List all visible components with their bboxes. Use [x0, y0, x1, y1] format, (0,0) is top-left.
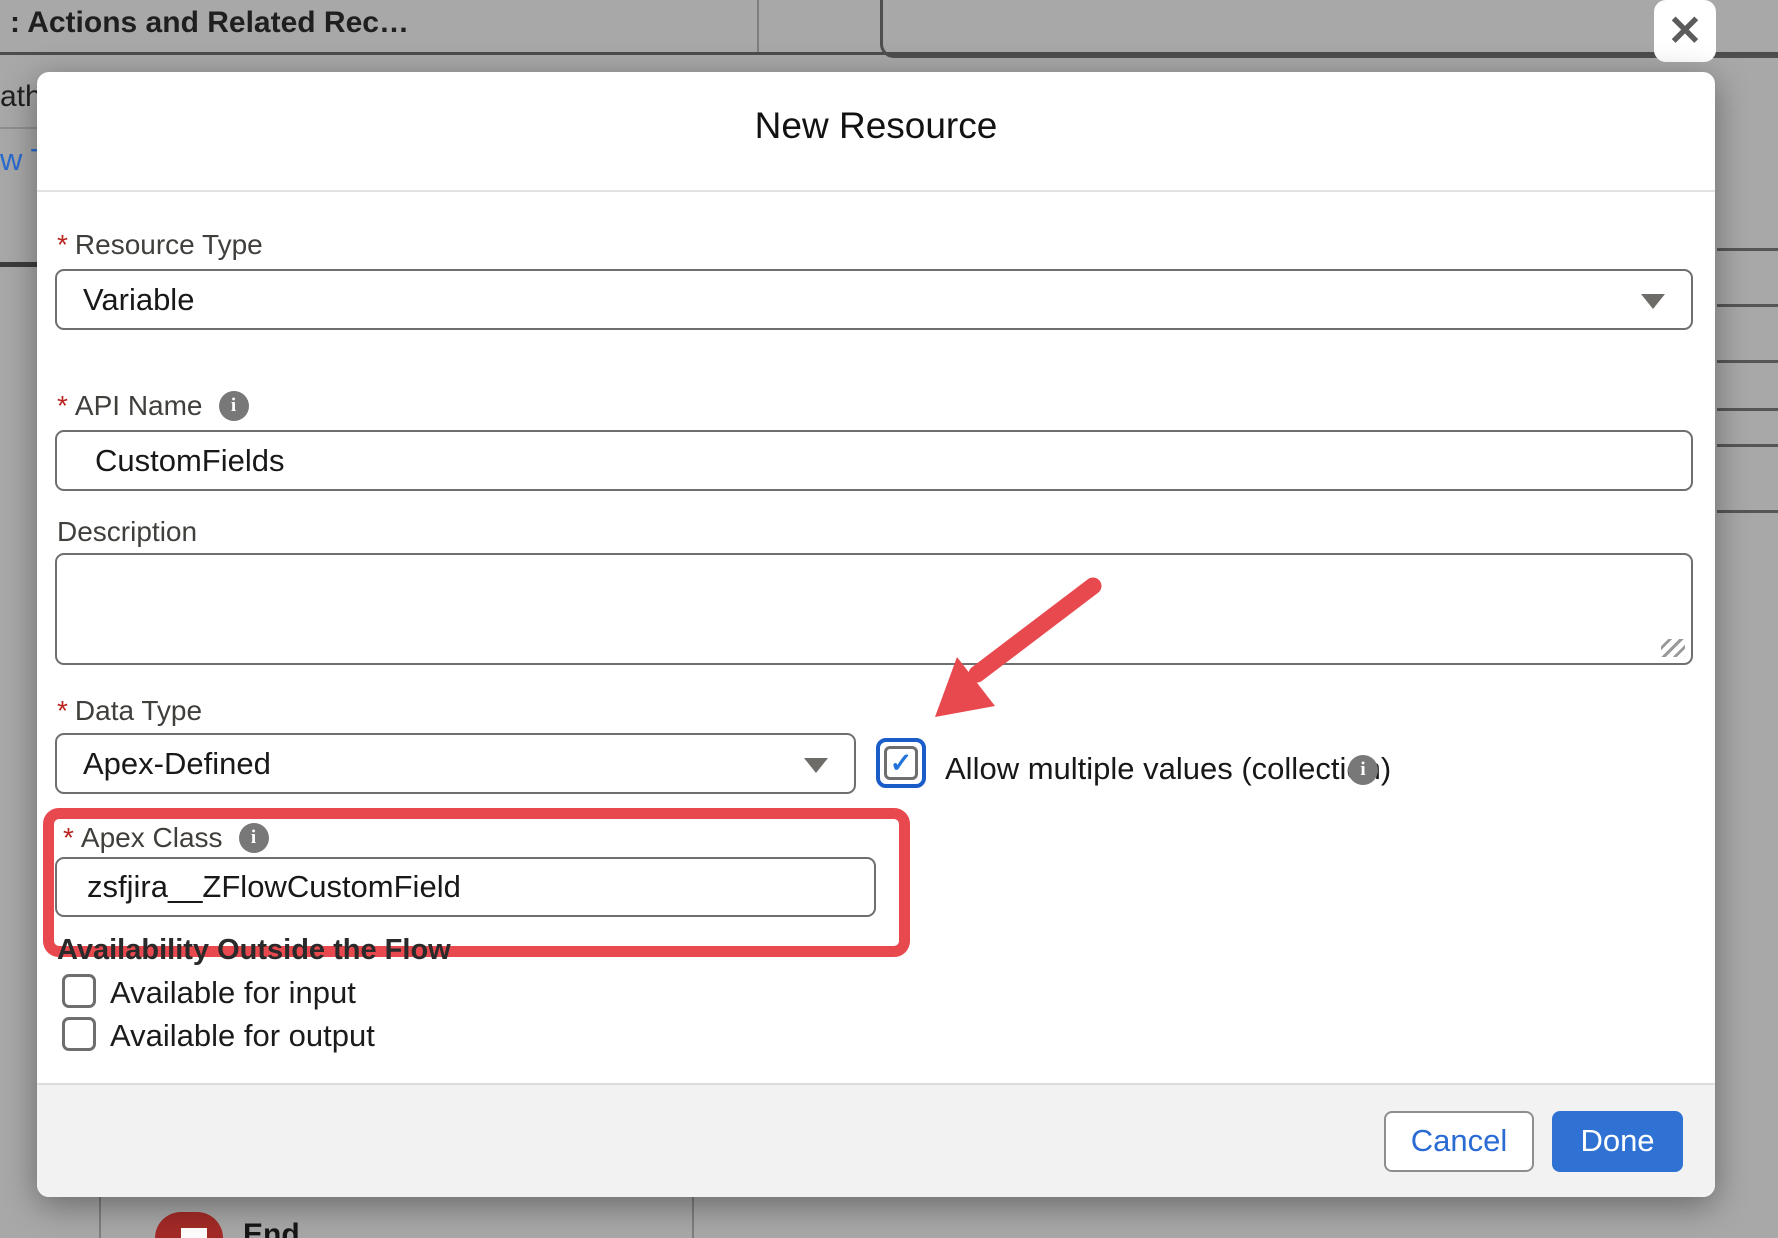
description-textarea[interactable]: [55, 553, 1693, 665]
data-type-label: * Data Type: [57, 695, 202, 727]
required-asterisk: *: [63, 822, 74, 854]
resize-grip-icon[interactable]: [1661, 639, 1685, 657]
flow-end-element-icon-center: [181, 1228, 207, 1238]
close-button[interactable]: ✕: [1654, 0, 1716, 62]
annotation-arrow: [897, 572, 1127, 737]
info-icon[interactable]: i: [1348, 755, 1378, 785]
modal-title: New Resource: [37, 105, 1715, 147]
data-type-value: Apex-Defined: [83, 746, 271, 782]
modal-footer: Cancel Done: [37, 1083, 1715, 1197]
background-partial-text: ath: [0, 80, 42, 114]
background-divider: [692, 1197, 694, 1238]
available-for-input-label: Available for input: [110, 975, 356, 1011]
resource-type-value: Variable: [83, 282, 194, 318]
data-type-label-text: Data Type: [75, 695, 202, 727]
background-row-line: [1717, 248, 1778, 251]
apex-class-input[interactable]: zsfjira__ZFlowCustomField: [55, 857, 876, 917]
info-icon[interactable]: i: [219, 391, 249, 421]
available-for-output-label: Available for output: [110, 1018, 375, 1054]
resource-type-label: * Resource Type: [57, 229, 263, 261]
allow-multiple-checkbox-box: ✓: [884, 746, 918, 780]
chevron-down-icon: [1641, 294, 1665, 309]
description-label-text: Description: [57, 516, 197, 548]
availability-heading: Availability Outside the Flow: [57, 934, 451, 967]
background-row-line: [1717, 304, 1778, 307]
allow-multiple-checkbox[interactable]: ✓: [876, 738, 926, 788]
available-for-input-checkbox[interactable]: [62, 974, 96, 1008]
flow-end-element-label: End: [243, 1218, 300, 1238]
header-divider: [37, 190, 1715, 192]
api-name-label-text: API Name: [75, 390, 203, 422]
cancel-button[interactable]: Cancel: [1384, 1111, 1534, 1172]
background-row-line: [1717, 408, 1778, 411]
apex-class-value: zsfjira__ZFlowCustomField: [87, 869, 461, 905]
allow-multiple-label: Allow multiple values (collection): [945, 751, 1391, 787]
background-divider: [757, 0, 759, 52]
background-row-line: [1717, 510, 1778, 513]
background-panel-title: : Actions and Related Rec…: [10, 6, 409, 40]
done-button[interactable]: Done: [1552, 1111, 1683, 1172]
required-asterisk: *: [57, 390, 68, 422]
apex-class-label-text: Apex Class: [81, 822, 223, 854]
description-label: Description: [57, 516, 197, 548]
new-resource-modal: New Resource * Resource Type Variable * …: [37, 72, 1715, 1197]
api-name-input[interactable]: CustomFields: [55, 430, 1693, 491]
info-icon[interactable]: i: [239, 823, 269, 853]
flow-builder-screen: : Actions and Related Rec… ath w T End ✕…: [0, 0, 1778, 1238]
required-asterisk: *: [57, 695, 68, 727]
resource-type-label-text: Resource Type: [75, 229, 263, 261]
chevron-down-icon: [804, 758, 828, 773]
data-type-select[interactable]: Apex-Defined: [55, 733, 856, 794]
api-name-label: * API Name i: [57, 390, 249, 422]
apex-class-label: * Apex Class i: [63, 822, 269, 854]
resource-type-select[interactable]: Variable: [55, 269, 1693, 330]
available-for-output-checkbox[interactable]: [62, 1017, 96, 1051]
background-divider: [99, 1197, 101, 1238]
checkmark-icon: ✓: [890, 750, 913, 777]
close-icon: ✕: [1667, 10, 1702, 52]
background-row-line: [1717, 360, 1778, 363]
api-name-value: CustomFields: [95, 443, 285, 479]
background-box-outline: [880, 0, 1778, 58]
background-row-line: [1717, 444, 1778, 447]
required-asterisk: *: [57, 229, 68, 261]
